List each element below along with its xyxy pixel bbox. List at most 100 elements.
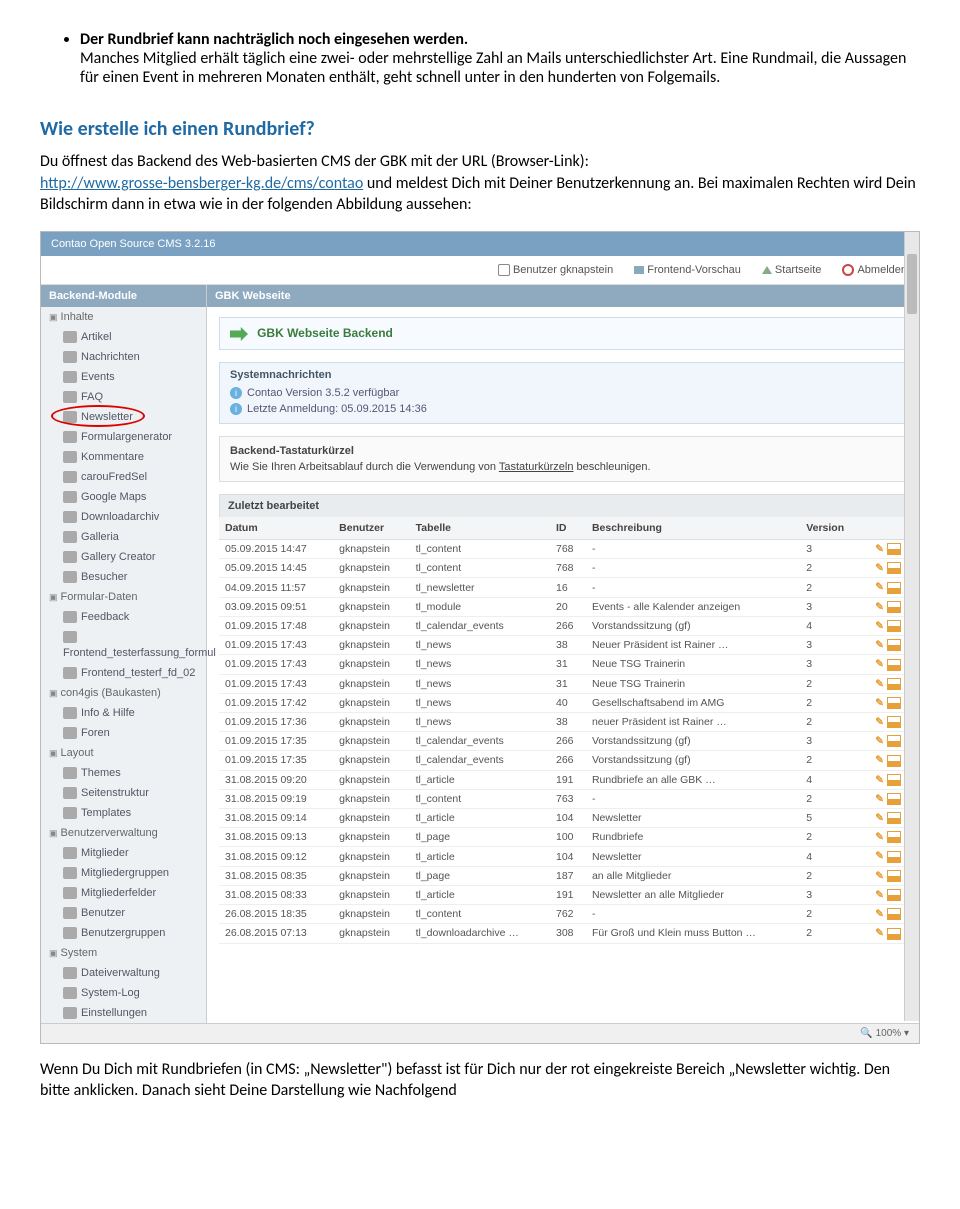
edit-icon[interactable]: ✎	[875, 812, 884, 824]
sidebar-item[interactable]: Mitgliedergruppen	[41, 863, 206, 883]
section-heading: Wie erstelle ich einen Rundbrief?	[40, 117, 920, 141]
sidebar-group[interactable]: ▣con4gis (Baukasten)	[41, 683, 206, 703]
sidebar-item[interactable]: Foren	[41, 723, 206, 743]
sidebar-item[interactable]: Benutzer	[41, 903, 206, 923]
module-icon	[63, 431, 77, 443]
sidebar-group[interactable]: ▣Layout	[41, 743, 206, 763]
user-label[interactable]: Benutzer gknapstein	[498, 264, 613, 276]
logout-link[interactable]: Abmelden	[842, 264, 907, 276]
system-messages: Systemnachrichten iContao Version 3.5.2 …	[219, 362, 907, 424]
edit-icon[interactable]: ✎	[875, 678, 884, 690]
sidebar-item[interactable]: Seitenstruktur	[41, 783, 206, 803]
edit-icon[interactable]: ✎	[875, 581, 884, 593]
table-row: 01.09.2015 17:43gknapsteintl_news31Neue …	[219, 674, 907, 693]
edit-icon[interactable]: ✎	[875, 908, 884, 920]
sidebar-item[interactable]: Einstellungen	[41, 1003, 206, 1023]
module-icon	[63, 371, 77, 383]
sidebar-item[interactable]: Newsletter	[41, 407, 206, 427]
view-icon[interactable]	[887, 908, 901, 920]
view-icon[interactable]	[887, 601, 901, 613]
view-icon[interactable]	[887, 562, 901, 574]
edit-icon[interactable]: ✎	[875, 620, 884, 632]
sidebar-group[interactable]: ▣Benutzerverwaltung	[41, 823, 206, 843]
view-icon[interactable]	[887, 812, 901, 824]
edit-icon[interactable]: ✎	[875, 639, 884, 651]
sidebar-item[interactable]: Besucher	[41, 567, 206, 587]
edit-icon[interactable]: ✎	[875, 697, 884, 709]
sidebar-item[interactable]: carouFredSel	[41, 467, 206, 487]
view-icon[interactable]	[887, 639, 901, 651]
module-icon	[63, 411, 77, 423]
sidebar-group[interactable]: ▣System	[41, 943, 206, 963]
view-icon[interactable]	[887, 620, 901, 632]
edit-icon[interactable]: ✎	[875, 562, 884, 574]
edit-icon[interactable]: ✎	[875, 716, 884, 728]
view-icon[interactable]	[887, 870, 901, 882]
shortcuts-link[interactable]: Tastaturkürzeln	[499, 461, 574, 473]
edit-icon[interactable]: ✎	[875, 601, 884, 613]
sidebar-item[interactable]: FAQ	[41, 387, 206, 407]
sidebar-item[interactable]: Frontend_testerf_fd_02	[41, 663, 206, 683]
zoom-indicator[interactable]: 🔍 100% ▾	[41, 1023, 919, 1043]
column-header: ID	[550, 517, 586, 540]
module-icon	[63, 727, 77, 739]
sidebar-item[interactable]: Mitglieder	[41, 843, 206, 863]
sidebar-group[interactable]: ▣Formular-Daten	[41, 587, 206, 607]
view-icon[interactable]	[887, 735, 901, 747]
sidebar-item[interactable]: Formulargenerator	[41, 427, 206, 447]
module-icon	[63, 351, 77, 363]
edit-icon[interactable]: ✎	[875, 793, 884, 805]
module-icon	[63, 511, 77, 523]
sidebar-item[interactable]: Templates	[41, 803, 206, 823]
view-icon[interactable]	[887, 582, 901, 594]
edit-icon[interactable]: ✎	[875, 850, 884, 862]
sidebar-item[interactable]: Downloadarchiv	[41, 507, 206, 527]
view-icon[interactable]	[887, 716, 901, 728]
cms-link[interactable]: http://www.grosse-bensberger-kg.de/cms/c…	[40, 174, 363, 193]
sidebar-item[interactable]: Nachrichten	[41, 347, 206, 367]
sidebar-item[interactable]: Google Maps	[41, 487, 206, 507]
view-icon[interactable]	[887, 543, 901, 555]
sidebar-item[interactable]: Frontend_testerfassung_formul	[41, 627, 206, 663]
edit-icon[interactable]: ✎	[875, 774, 884, 786]
sidebar-item[interactable]: Info & Hilfe	[41, 703, 206, 723]
table-row: 03.09.2015 09:51gknapsteintl_module20Eve…	[219, 597, 907, 616]
view-icon[interactable]	[887, 659, 901, 671]
view-icon[interactable]	[887, 851, 901, 863]
view-icon[interactable]	[887, 697, 901, 709]
edit-icon[interactable]: ✎	[875, 735, 884, 747]
sidebar-item[interactable]: Events	[41, 367, 206, 387]
view-icon[interactable]	[887, 831, 901, 843]
sidebar-item[interactable]: Gallery Creator	[41, 547, 206, 567]
scrollbar[interactable]	[904, 232, 919, 1021]
module-icon	[63, 787, 77, 799]
edit-icon[interactable]: ✎	[875, 831, 884, 843]
view-icon[interactable]	[887, 928, 901, 940]
sidebar-item[interactable]: Themes	[41, 763, 206, 783]
backend-sidebar: Backend-Module ▣InhalteArtikelNachrichte…	[41, 285, 207, 1023]
edit-icon[interactable]: ✎	[875, 889, 884, 901]
view-icon[interactable]	[887, 889, 901, 901]
info-icon: i	[230, 403, 242, 415]
sidebar-group[interactable]: ▣Inhalte	[41, 307, 206, 327]
edit-icon[interactable]: ✎	[875, 543, 884, 555]
view-icon[interactable]	[887, 678, 901, 690]
edit-icon[interactable]: ✎	[875, 870, 884, 882]
view-icon[interactable]	[887, 755, 901, 767]
sidebar-item[interactable]: Feedback	[41, 607, 206, 627]
edit-icon[interactable]: ✎	[875, 658, 884, 670]
sidebar-item[interactable]: Dateiverwaltung	[41, 963, 206, 983]
edit-icon[interactable]: ✎	[875, 927, 884, 939]
edit-icon[interactable]: ✎	[875, 754, 884, 766]
frontend-preview-link[interactable]: Frontend-Vorschau	[634, 264, 741, 276]
sidebar-item[interactable]: Artikel	[41, 327, 206, 347]
sidebar-item[interactable]: Benutzergruppen	[41, 923, 206, 943]
table-row: 04.09.2015 11:57gknapsteintl_newsletter1…	[219, 578, 907, 597]
sidebar-item[interactable]: Kommentare	[41, 447, 206, 467]
home-link[interactable]: Startseite	[762, 264, 821, 276]
sidebar-item[interactable]: Mitgliederfelder	[41, 883, 206, 903]
sidebar-item[interactable]: System-Log	[41, 983, 206, 1003]
view-icon[interactable]	[887, 793, 901, 805]
view-icon[interactable]	[887, 774, 901, 786]
sidebar-item[interactable]: Galleria	[41, 527, 206, 547]
